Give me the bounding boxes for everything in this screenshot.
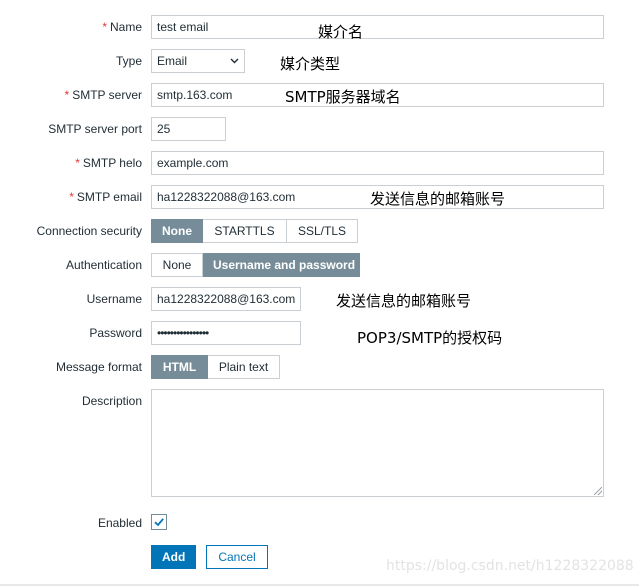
connection-security-segmented: None STARTTLS SSL/TLS [151,219,358,243]
checkmark-icon [154,518,164,527]
description-label: Description [81,394,142,408]
username-label: Username [86,292,142,306]
smtp-email-annotation: 发送信息的邮箱账号 [370,190,506,208]
password-input[interactable]: •••••••••••••••• [151,321,301,345]
authentication-segmented: None Username and password [151,253,360,277]
authentication-label: Authentication [65,258,142,272]
required-marker: * [75,156,80,170]
type-select[interactable]: Email [151,49,245,73]
password-label: Password [89,326,142,340]
enabled-label: Enabled [97,516,142,530]
smtp-helo-label: * SMTP helo [75,156,142,170]
enabled-checkbox[interactable] [151,514,167,530]
smtp-helo-input[interactable]: example.com [151,151,604,175]
message-format-html[interactable]: HTML [151,355,208,379]
password-annotation: POP3/SMTP的授权码 [357,329,503,347]
smtp-port-input[interactable]: 25 [151,117,226,141]
required-marker: * [64,88,70,102]
watermark: https://blog.csdn.net/h1228322088 [386,558,634,574]
username-annotation: 发送信息的邮箱账号 [336,292,472,310]
add-button[interactable]: Add [151,545,196,569]
smtp-server-label: * SMTP server [64,88,142,102]
type-label: Type [115,54,142,68]
message-format-label: Message format [55,360,142,374]
cancel-button[interactable]: Cancel [206,545,268,569]
username-input[interactable]: ha1228322088@163.com [151,287,301,311]
smtp-server-annotation: SMTP服务器域名 [285,88,401,106]
chevron-down-icon [230,50,239,72]
required-marker: * [69,190,74,204]
connection-security-label: Connection security [36,224,142,238]
type-annotation: 媒介类型 [280,55,341,73]
description-textarea[interactable] [151,389,604,497]
smtp-email-label: * SMTP email [69,190,142,204]
message-format-segmented: HTML Plain text [151,355,280,379]
connection-security-starttls[interactable]: STARTTLS [203,219,287,243]
connection-security-ssl-tls[interactable]: SSL/TLS [287,219,358,243]
required-marker: * [102,20,107,34]
message-format-plain-text[interactable]: Plain text [208,355,280,379]
name-input[interactable]: test email [151,15,604,39]
resize-handle-icon[interactable] [594,487,602,495]
name-label: * Name [102,20,142,34]
authentication-none[interactable]: None [151,253,203,277]
connection-security-none[interactable]: None [151,219,203,243]
type-select-value: Email [157,54,188,68]
smtp-port-label: SMTP server port [48,122,142,136]
name-annotation: 媒介名 [318,23,364,41]
authentication-username-password[interactable]: Username and password [203,253,360,277]
